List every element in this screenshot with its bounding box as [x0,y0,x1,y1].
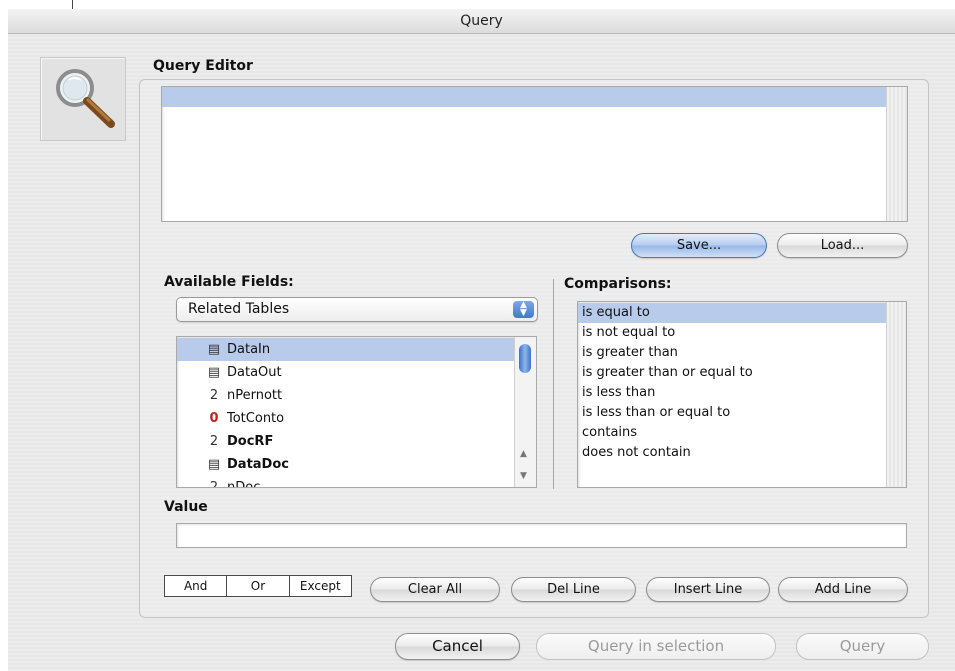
clear-all-button[interactable]: Clear All [370,577,500,602]
except-segment[interactable]: Except [290,576,351,596]
field-item-label: TotConto [227,411,285,426]
comparison-item[interactable]: does not contain [578,443,888,463]
insert-line-button[interactable]: Insert Line [646,577,770,602]
field-item[interactable]: 2 nPernott [177,384,515,407]
comparison-item[interactable]: is greater than or equal to [578,363,888,383]
column-divider [553,279,554,489]
related-tables-popup[interactable]: Related Tables ▲ ▼ [176,297,538,322]
related-tables-value: Related Tables [188,301,290,317]
fields-scroll-thumb[interactable] [519,344,531,373]
and-segment[interactable]: And [165,576,228,596]
value-text [177,528,181,543]
comparisons-scrollbar[interactable] [886,302,906,487]
available-fields-label: Available Fields: [164,274,294,290]
del-line-button[interactable]: Del Line [511,577,636,602]
field-item[interactable]: 0 TotConto [177,407,515,430]
query-in-selection-button[interactable]: Query in selection [536,633,776,660]
field-item[interactable]: ▤ DataDoc [177,453,515,476]
popup-arrows-icon: ▲ ▼ [513,301,534,318]
date-field-icon: ▤ [207,342,221,357]
field-item[interactable]: 2 nDoc [177,476,515,488]
date-field-icon: ▤ [207,457,221,472]
field-item-label: DocRF [227,434,274,449]
window-titlebar[interactable]: Query [8,9,955,34]
field-item-label: nDoc [227,480,261,488]
scroll-up-arrow-icon[interactable]: ▲ [520,449,527,459]
or-segment[interactable]: Or [227,576,290,596]
logic-segmented-control[interactable]: And Or Except [164,575,352,597]
field-item[interactable]: ▤ DataIn [177,338,515,361]
value-label: Value [164,499,208,515]
comparison-item[interactable]: is greater than [578,343,888,363]
comparison-item[interactable]: is not equal to [578,323,888,343]
window-title: Query [460,13,503,29]
available-fields-list[interactable]: ▤ DataIn ▤ DataOut 2 nPernott 0 TotConto 2 DocRF ▤… [176,336,537,488]
query-icon-box [40,57,126,141]
magnifying-glass-icon [56,69,115,128]
fields-scrollbar[interactable]: ▲ ▼ [514,337,536,487]
comparisons-list[interactable]: is equal to is not equal to is greater tha… [577,301,907,488]
long-integer-field-icon: 2 [209,434,219,449]
cancel-button[interactable]: Cancel [395,633,520,660]
save-button[interactable]: Save... [631,233,767,258]
load-button[interactable]: Load... [777,233,908,258]
comparison-item[interactable]: is equal to [578,303,888,323]
comparison-item[interactable]: contains [578,423,888,443]
field-item[interactable]: ▤ DataOut [177,361,515,384]
field-item-label: DataDoc [227,457,289,472]
scroll-down-arrow-icon[interactable]: ▼ [520,471,527,481]
query-button[interactable]: Query [796,633,929,660]
field-item-label: DataOut [227,365,282,380]
comparison-item[interactable]: is less than or equal to [578,403,888,423]
date-field-icon: ▤ [207,365,221,380]
real-field-icon: 0 [209,411,219,426]
add-line-button[interactable]: Add Line [778,577,908,602]
field-item[interactable]: 2 DocRF [177,430,515,453]
query-editor-label: Query Editor [153,58,253,74]
query-editor-scrollbar[interactable] [886,87,907,221]
value-input[interactable] [176,523,907,548]
field-item-label: nPernott [227,388,283,403]
field-item-label: DataIn [227,342,271,357]
long-integer-field-icon: 2 [209,480,219,488]
query-editor-line[interactable] [162,87,886,107]
comparison-item[interactable]: is less than [578,383,888,403]
query-editor-list[interactable] [161,86,908,222]
integer-field-icon: 2 [209,388,219,403]
comparisons-label: Comparisons: [564,276,672,292]
